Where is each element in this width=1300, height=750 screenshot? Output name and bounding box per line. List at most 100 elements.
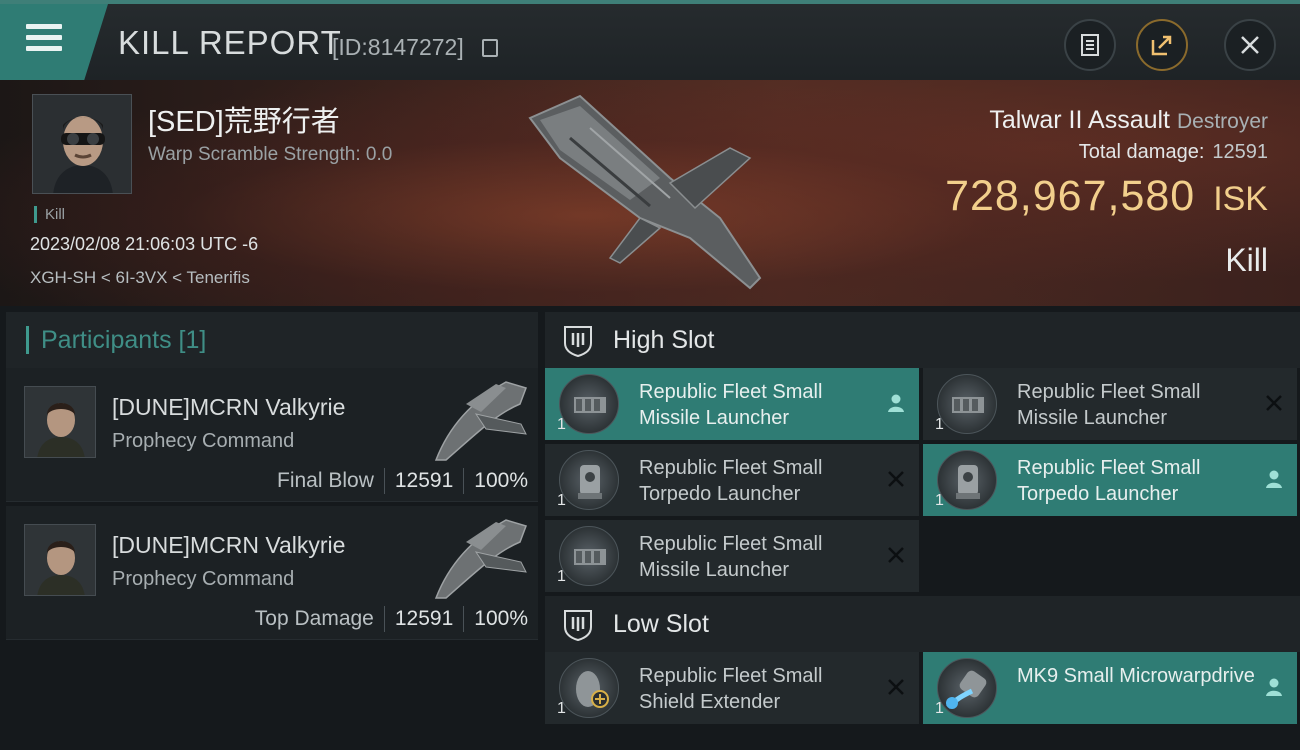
- participant-name: [DUNE]MCRN Valkyrie: [112, 394, 346, 420]
- module-item[interactable]: 1 Republic Fleet Small Shield Extender: [545, 652, 919, 724]
- avatar: [24, 524, 96, 596]
- participant-percent: 100%: [474, 469, 528, 492]
- missile-launcher-icon: [937, 374, 997, 434]
- module-qty: 1: [557, 416, 566, 433]
- participants-panel: Participants [1] [DUNE]MCRN Valkyrie Pro…: [6, 312, 538, 750]
- shield-extender-icon: [559, 658, 619, 718]
- isk-unit: ISK: [1213, 180, 1268, 218]
- divider: [383, 468, 385, 494]
- x-icon: [883, 542, 909, 568]
- participant-ship: Prophecy Command: [112, 568, 295, 590]
- isk-loss: 728,967,580 ISK: [945, 172, 1268, 221]
- participant-card[interactable]: [DUNE]MCRN Valkyrie Prophecy Command Top…: [6, 506, 538, 640]
- divider: [463, 606, 465, 632]
- high-slot-header: High Slot: [545, 312, 1300, 368]
- participant-ship-icon: [434, 381, 527, 461]
- menu-block: [0, 4, 108, 80]
- pilot-portrait-icon: [25, 525, 95, 595]
- header-accent-bar: [26, 326, 29, 354]
- participant-role: Final Blow: [277, 469, 374, 492]
- warp-scramble-strength: Warp Scramble Strength: 0.0: [148, 144, 393, 165]
- victim-name: [SED]荒野行者: [148, 106, 340, 138]
- participant-role: Top Damage: [254, 607, 374, 630]
- microwarpdrive-icon: [937, 658, 997, 718]
- report-id: [ID:8147272]: [332, 34, 464, 60]
- module-item[interactable]: 1 Republic Fleet Small Torpedo Launcher: [923, 444, 1297, 516]
- page-title: KILL REPORT: [118, 24, 342, 61]
- x-icon: [883, 674, 909, 700]
- clipboard-button[interactable]: [1064, 19, 1116, 71]
- x-icon: [1261, 390, 1287, 416]
- module-name: Republic Fleet Small Torpedo Launcher: [1017, 457, 1201, 505]
- clipboard-icon: [1081, 34, 1099, 56]
- module-qty: 1: [935, 700, 944, 717]
- participant-stats: Final Blow 12591 100%: [277, 468, 528, 494]
- participants-header[interactable]: Participants [1]: [6, 312, 538, 368]
- missile-launcher-icon: [559, 374, 619, 434]
- module-item[interactable]: 1 Republic Fleet Small Missile Launcher: [545, 520, 919, 592]
- torpedo-launcher-icon: [937, 450, 997, 510]
- participant-card[interactable]: [DUNE]MCRN Valkyrie Prophecy Command Fin…: [6, 368, 538, 502]
- share-button[interactable]: [1136, 19, 1188, 71]
- pilot-portrait-icon: [33, 95, 131, 193]
- total-damage-value: 12591: [1212, 141, 1268, 163]
- isk-value: 728,967,580: [945, 172, 1196, 220]
- slot-shield-icon: [564, 610, 592, 641]
- low-slot-label: Low Slot: [613, 609, 709, 638]
- kill-tag: Kill: [34, 206, 65, 223]
- kill-timestamp: 2023/02/08 21:06:03 UTC -6: [30, 234, 259, 254]
- high-slot-label: High Slot: [613, 325, 715, 354]
- fitting-panel: High Slot 1 Republic Fleet Small Missile…: [545, 312, 1300, 750]
- module-qty: 1: [935, 492, 944, 509]
- module-name: Republic Fleet Small Torpedo Launcher: [639, 457, 823, 505]
- module-name: Republic Fleet Small Shield Extender: [639, 665, 823, 713]
- module-item[interactable]: 1 Republic Fleet Small Missile Launcher: [923, 368, 1297, 440]
- participant-damage: 12591: [394, 469, 454, 492]
- participant-name: [DUNE]MCRN Valkyrie: [112, 532, 346, 558]
- divider: [383, 606, 385, 632]
- participant-ship-icon: [434, 519, 527, 599]
- low-slot-header: Low Slot: [545, 596, 1300, 652]
- module-qty: 1: [935, 416, 944, 433]
- kill-result: Kill: [1225, 242, 1268, 278]
- hamburger-icon[interactable]: [26, 24, 62, 54]
- person-icon: [1261, 466, 1287, 492]
- close-icon: [1241, 36, 1259, 54]
- participant-percent: 100%: [474, 607, 528, 630]
- missile-launcher-icon: [559, 526, 619, 586]
- victim-ship-name: Talwar II Assault Destroyer: [989, 106, 1268, 135]
- slot-shield-icon: [564, 326, 592, 357]
- module-name: MK9 Small Microwarpdrive: [1017, 665, 1255, 687]
- module-qty: 1: [557, 700, 566, 717]
- share-icon: [1151, 35, 1172, 56]
- divider: [463, 468, 465, 494]
- total-damage: Total damage: 12591: [1079, 141, 1268, 164]
- avatar: [24, 386, 96, 458]
- module-item[interactable]: 1 Republic Fleet Small Torpedo Launcher: [545, 444, 919, 516]
- module-name: Republic Fleet Small Missile Launcher: [639, 381, 823, 429]
- participants-title: Participants [1]: [41, 325, 207, 354]
- person-icon: [1261, 674, 1287, 700]
- module-name: Republic Fleet Small Missile Launcher: [1017, 381, 1201, 429]
- ship-class-text: Destroyer: [1176, 110, 1268, 133]
- x-icon: [883, 466, 909, 492]
- module-item[interactable]: 1 Republic Fleet Small Missile Launcher: [545, 368, 919, 440]
- victim-ship-icon: [528, 94, 762, 290]
- module-name: Republic Fleet Small Missile Launcher: [639, 533, 823, 581]
- pilot-portrait-icon: [25, 387, 95, 457]
- victim-banner: [SED]荒野行者 Warp Scramble Strength: 0.0 Ki…: [0, 80, 1300, 306]
- torpedo-launcher-icon: [559, 450, 619, 510]
- victim-avatar[interactable]: [32, 94, 132, 194]
- ship-name-text: Talwar II Assault: [989, 106, 1171, 134]
- copy-icon[interactable]: [482, 39, 498, 57]
- close-button[interactable]: [1224, 19, 1276, 71]
- participant-ship: Prophecy Command: [112, 430, 295, 452]
- top-bar: KILL REPORT [ID:8147272]: [0, 0, 1300, 80]
- module-qty: 1: [557, 568, 566, 585]
- module-item[interactable]: 1 MK9 Small Microwarpdrive: [923, 652, 1297, 724]
- module-qty: 1: [557, 492, 566, 509]
- person-icon: [883, 390, 909, 416]
- kill-location: XGH-SH < 6I-3VX < Tenerifis: [30, 268, 250, 287]
- participant-stats: Top Damage 12591 100%: [255, 606, 528, 632]
- participant-damage: 12591: [394, 607, 454, 630]
